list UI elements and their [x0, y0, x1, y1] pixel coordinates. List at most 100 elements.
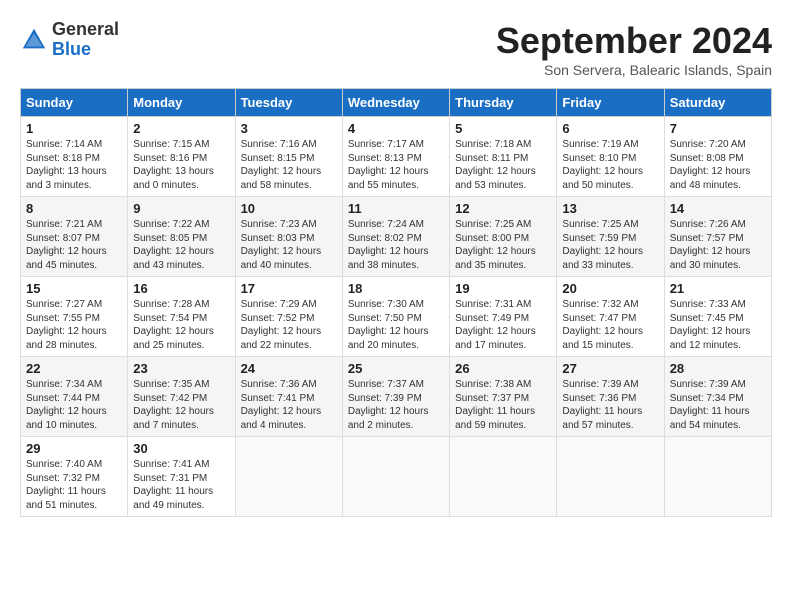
empty-cell: [557, 437, 664, 517]
calendar-subtitle: Son Servera, Balearic Islands, Spain: [496, 62, 772, 78]
day-cell-14: 14 Sunrise: 7:26 AM Sunset: 7:57 PM Dayli…: [664, 197, 771, 277]
day-detail: Sunrise: 7:27 AM Sunset: 7:55 PM Dayligh…: [26, 298, 122, 352]
day-cell-17: 17 Sunrise: 7:29 AM Sunset: 7:52 PM Dayli…: [235, 277, 342, 357]
day-detail: Sunrise: 7:26 AM Sunset: 7:57 PM Dayligh…: [670, 218, 766, 272]
day-cell-25: 25 Sunrise: 7:37 AM Sunset: 7:39 PM Dayli…: [342, 357, 449, 437]
day-detail: Sunrise: 7:39 AM Sunset: 7:36 PM Dayligh…: [562, 378, 658, 432]
day-number: 25: [348, 361, 444, 376]
empty-cell: [235, 437, 342, 517]
day-number: 1: [26, 121, 122, 136]
day-number: 17: [241, 281, 337, 296]
day-cell-29: 29 Sunrise: 7:40 AM Sunset: 7:32 PM Dayli…: [21, 437, 128, 517]
day-cell-5: 5 Sunrise: 7:18 AM Sunset: 8:11 PM Daylig…: [450, 117, 557, 197]
day-number: 26: [455, 361, 551, 376]
day-number: 30: [133, 441, 229, 456]
day-detail: Sunrise: 7:39 AM Sunset: 7:34 PM Dayligh…: [670, 378, 766, 432]
day-number: 23: [133, 361, 229, 376]
day-number: 9: [133, 201, 229, 216]
day-detail: Sunrise: 7:14 AM Sunset: 8:18 PM Dayligh…: [26, 138, 122, 192]
weekday-header-friday: Friday: [557, 89, 664, 117]
day-number: 2: [133, 121, 229, 136]
day-cell-21: 21 Sunrise: 7:33 AM Sunset: 7:45 PM Dayli…: [664, 277, 771, 357]
day-detail: Sunrise: 7:22 AM Sunset: 8:05 PM Dayligh…: [133, 218, 229, 272]
weekday-header-wednesday: Wednesday: [342, 89, 449, 117]
page-header: General Blue September 2024 Son Servera,…: [20, 20, 772, 78]
day-cell-11: 11 Sunrise: 7:24 AM Sunset: 8:02 PM Dayli…: [342, 197, 449, 277]
day-cell-16: 16Sunrise: 7:28 AM Sunset: 7:54 PM Dayli…: [128, 277, 235, 357]
day-detail: Sunrise: 7:38 AM Sunset: 7:37 PM Dayligh…: [455, 378, 551, 432]
day-number: 27: [562, 361, 658, 376]
day-detail: Sunrise: 7:25 AM Sunset: 8:00 PM Dayligh…: [455, 218, 551, 272]
day-detail: Sunrise: 7:20 AM Sunset: 8:08 PM Dayligh…: [670, 138, 766, 192]
day-number: 19: [455, 281, 551, 296]
empty-cell: [342, 437, 449, 517]
day-cell-10: 10 Sunrise: 7:23 AM Sunset: 8:03 PM Dayli…: [235, 197, 342, 277]
day-detail: Sunrise: 7:23 AM Sunset: 8:03 PM Dayligh…: [241, 218, 337, 272]
day-number: 22: [26, 361, 122, 376]
day-number: 13: [562, 201, 658, 216]
day-detail: Sunrise: 7:25 AM Sunset: 7:59 PM Dayligh…: [562, 218, 658, 272]
week-row-4: 22 Sunrise: 7:34 AM Sunset: 7:44 PM Dayli…: [21, 357, 772, 437]
weekday-header-saturday: Saturday: [664, 89, 771, 117]
day-cell-19: 19 Sunrise: 7:31 AM Sunset: 7:49 PM Dayli…: [450, 277, 557, 357]
day-cell-12: 12Sunrise: 7:25 AM Sunset: 8:00 PM Dayli…: [450, 197, 557, 277]
day-number: 29: [26, 441, 122, 456]
weekday-header-tuesday: Tuesday: [235, 89, 342, 117]
day-cell-26: 26 Sunrise: 7:38 AM Sunset: 7:37 PM Dayli…: [450, 357, 557, 437]
day-detail: Sunrise: 7:18 AM Sunset: 8:11 PM Dayligh…: [455, 138, 551, 192]
day-cell-24: 24Sunrise: 7:36 AM Sunset: 7:41 PM Dayli…: [235, 357, 342, 437]
day-number: 4: [348, 121, 444, 136]
day-number: 14: [670, 201, 766, 216]
day-cell-1: 1 Sunrise: 7:14 AM Sunset: 8:18 PM Daylig…: [21, 117, 128, 197]
day-detail: Sunrise: 7:30 AM Sunset: 7:50 PM Dayligh…: [348, 298, 444, 352]
day-detail: Sunrise: 7:32 AM Sunset: 7:47 PM Dayligh…: [562, 298, 658, 352]
day-cell-23: 23Sunrise: 7:35 AM Sunset: 7:42 PM Dayli…: [128, 357, 235, 437]
day-detail: Sunrise: 7:15 AM Sunset: 8:16 PM Dayligh…: [133, 138, 229, 192]
day-detail: Sunrise: 7:34 AM Sunset: 7:44 PM Dayligh…: [26, 378, 122, 432]
day-number: 18: [348, 281, 444, 296]
day-cell-7: 7Sunrise: 7:20 AM Sunset: 8:08 PM Daylig…: [664, 117, 771, 197]
day-detail: Sunrise: 7:19 AM Sunset: 8:10 PM Dayligh…: [562, 138, 658, 192]
week-row-3: 15Sunrise: 7:27 AM Sunset: 7:55 PM Dayli…: [21, 277, 772, 357]
day-detail: Sunrise: 7:33 AM Sunset: 7:45 PM Dayligh…: [670, 298, 766, 352]
day-cell-6: 6 Sunrise: 7:19 AM Sunset: 8:10 PM Daylig…: [557, 117, 664, 197]
calendar-table: SundayMondayTuesdayWednesdayThursdayFrid…: [20, 88, 772, 517]
day-cell-22: 22 Sunrise: 7:34 AM Sunset: 7:44 PM Dayli…: [21, 357, 128, 437]
weekday-header-thursday: Thursday: [450, 89, 557, 117]
week-row-5: 29 Sunrise: 7:40 AM Sunset: 7:32 PM Dayli…: [21, 437, 772, 517]
day-detail: Sunrise: 7:29 AM Sunset: 7:52 PM Dayligh…: [241, 298, 337, 352]
day-number: 6: [562, 121, 658, 136]
day-number: 5: [455, 121, 551, 136]
day-number: 21: [670, 281, 766, 296]
empty-cell: [450, 437, 557, 517]
day-detail: Sunrise: 7:40 AM Sunset: 7:32 PM Dayligh…: [26, 458, 122, 512]
day-cell-20: 20 Sunrise: 7:32 AM Sunset: 7:47 PM Dayli…: [557, 277, 664, 357]
day-number: 20: [562, 281, 658, 296]
logo: General Blue: [20, 20, 119, 60]
day-cell-13: 13 Sunrise: 7:25 AM Sunset: 7:59 PM Dayli…: [557, 197, 664, 277]
logo-text: General Blue: [52, 20, 119, 60]
day-cell-30: 30Sunrise: 7:41 AM Sunset: 7:31 PM Dayli…: [128, 437, 235, 517]
day-number: 11: [348, 201, 444, 216]
empty-cell: [664, 437, 771, 517]
logo-icon: [20, 26, 48, 54]
title-area: September 2024 Son Servera, Balearic Isl…: [496, 20, 772, 78]
day-cell-3: 3Sunrise: 7:16 AM Sunset: 8:15 PM Daylig…: [235, 117, 342, 197]
day-detail: Sunrise: 7:24 AM Sunset: 8:02 PM Dayligh…: [348, 218, 444, 272]
day-detail: Sunrise: 7:31 AM Sunset: 7:49 PM Dayligh…: [455, 298, 551, 352]
day-number: 10: [241, 201, 337, 216]
weekday-header-monday: Monday: [128, 89, 235, 117]
day-cell-27: 27 Sunrise: 7:39 AM Sunset: 7:36 PM Dayli…: [557, 357, 664, 437]
day-number: 28: [670, 361, 766, 376]
day-detail: Sunrise: 7:16 AM Sunset: 8:15 PM Dayligh…: [241, 138, 337, 192]
day-number: 24: [241, 361, 337, 376]
day-cell-4: 4 Sunrise: 7:17 AM Sunset: 8:13 PM Daylig…: [342, 117, 449, 197]
day-cell-15: 15Sunrise: 7:27 AM Sunset: 7:55 PM Dayli…: [21, 277, 128, 357]
weekday-header-sunday: Sunday: [21, 89, 128, 117]
day-cell-28: 28 Sunrise: 7:39 AM Sunset: 7:34 PM Dayli…: [664, 357, 771, 437]
day-detail: Sunrise: 7:37 AM Sunset: 7:39 PM Dayligh…: [348, 378, 444, 432]
calendar-title: September 2024: [496, 20, 772, 62]
week-row-1: 1 Sunrise: 7:14 AM Sunset: 8:18 PM Daylig…: [21, 117, 772, 197]
day-cell-18: 18 Sunrise: 7:30 AM Sunset: 7:50 PM Dayli…: [342, 277, 449, 357]
day-detail: Sunrise: 7:17 AM Sunset: 8:13 PM Dayligh…: [348, 138, 444, 192]
